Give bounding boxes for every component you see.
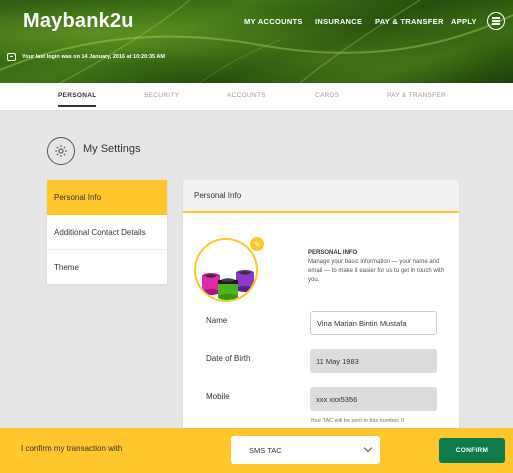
menu-item-theme[interactable]: Theme (47, 250, 167, 285)
cups-illustration (202, 270, 254, 300)
confirm-bar: I confirm my transaction with SMS TAC CO… (0, 428, 513, 473)
last-login-text: Your last login was on 14 January, 2016 … (22, 54, 165, 60)
personal-info-card: Personal Info ✎ PERSONAL INFO Manage you… (183, 180, 459, 430)
nav-insurance[interactable]: INSURANCE (315, 17, 362, 26)
page-title: My Settings (83, 143, 141, 155)
personal-info-description: Manage your basic information — your nam… (308, 259, 445, 283)
tab-cards[interactable]: CARDS (315, 92, 339, 99)
avatar[interactable] (194, 238, 258, 302)
last-login-row: Your last login was on 14 January, 2016 … (7, 53, 165, 61)
menu-icon[interactable] (487, 12, 505, 30)
personal-info-heading: PERSONAL INFO (308, 250, 358, 256)
dob-label: Date of Birth (206, 354, 251, 363)
tac-method-select[interactable]: SMS TAC (231, 436, 380, 464)
mobile-label: Mobile (206, 392, 230, 401)
tab-security[interactable]: SECURITY (144, 92, 179, 99)
card-title: Personal Info (183, 180, 459, 213)
tab-accounts[interactable]: ACCOUNTS (227, 92, 266, 99)
menu-item-personal-info[interactable]: Personal Info (47, 180, 167, 215)
tab-personal[interactable]: PERSONAL (58, 92, 97, 99)
pencil-icon[interactable]: ✎ (250, 237, 264, 251)
tac-note: Your TAC will be sent to this number. If (310, 418, 405, 424)
active-tab-indicator (58, 105, 96, 107)
dob-field: 11 May 1983 (310, 349, 437, 373)
confirm-button[interactable]: CONFIRM (439, 438, 505, 463)
menu-item-additional-contact[interactable]: Additional Contact Details (47, 215, 167, 250)
gear-icon (47, 137, 75, 165)
confirm-prompt: I confirm my transaction with (21, 444, 123, 453)
settings-side-menu: Personal Info Additional Contact Details… (47, 180, 167, 284)
maybank2u-logo[interactable]: Maybank2u (23, 10, 134, 33)
header-banner: Maybank2u MY ACCOUNTS INSURANCE PAY & TR… (0, 0, 513, 83)
nav-pay-transfer[interactable]: PAY & TRANSFER (375, 17, 444, 26)
name-field[interactable]: Vina Marian Bintin Mustafa (310, 311, 437, 335)
calendar-icon (7, 53, 16, 61)
name-label: Name (206, 316, 228, 325)
settings-tabbar: PERSONAL SECURITY ACCOUNTS CARDS PAY & T… (0, 83, 513, 111)
nav-apply[interactable]: APPLY (451, 17, 477, 26)
tac-method-value: SMS TAC (249, 445, 282, 455)
chevron-down-icon (363, 443, 373, 453)
tab-pay-transfer[interactable]: PAY & TRANSFER (387, 92, 446, 99)
mobile-field: xxx xxx5356 (310, 387, 437, 411)
nav-my-accounts[interactable]: MY ACCOUNTS (244, 17, 303, 26)
